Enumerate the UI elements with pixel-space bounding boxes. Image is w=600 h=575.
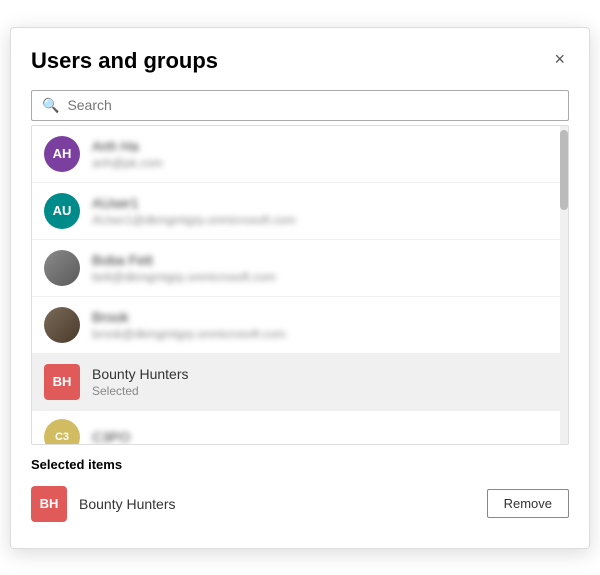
item-name: Boba Fett [92,252,276,268]
user-list: AH Anh Ha anh@pk.com AU AUser1 AUser1@dk… [32,126,568,445]
scrollbar-track [560,126,568,444]
search-icon: 🔍 [42,97,59,114]
dialog-title: Users and groups [31,48,218,74]
item-email: AUser1@dkmgmtgrp.onmicrosoft.com [92,213,296,227]
selected-item-row: BH Bounty Hunters Remove [31,480,569,528]
remove-button[interactable]: Remove [487,489,569,518]
list-item[interactable]: Boba Fett bett@dkmgmtgrp.onmicrosoft.com [32,240,568,297]
item-email: bett@dkmgmtgrp.onmicrosoft.com [92,270,276,284]
search-input[interactable] [67,97,558,113]
item-name: C3PO [92,429,130,445]
list-item[interactable]: Brook brook@dkmgmtgrp.onmicrosoft.com [32,297,568,354]
item-info: C3PO [92,429,130,445]
close-button[interactable]: × [550,48,569,70]
item-selected-label: Selected [92,384,189,398]
selected-section: Selected items BH Bounty Hunters Remove [31,457,569,528]
avatar: AH [44,136,80,172]
avatar: BH [31,486,67,522]
scrollbar-thumb[interactable] [560,130,568,210]
selected-items-label: Selected items [31,457,569,472]
item-info: Bounty Hunters Selected [92,366,189,398]
item-name: Anh Ha [92,138,163,154]
item-name: AUser1 [92,195,296,211]
avatar: AU [44,193,80,229]
item-name: Brook [92,309,286,325]
item-info: Brook brook@dkmgmtgrp.onmicrosoft.com [92,309,286,341]
avatar: BH [44,364,80,400]
avatar [44,307,80,343]
list-item[interactable]: AH Anh Ha anh@pk.com [32,126,568,183]
avatar: C3 [44,419,80,445]
item-email: brook@dkmgmtgrp.onmicrosoft.com [92,327,286,341]
selected-item-name: Bounty Hunters [79,496,176,512]
item-name: Bounty Hunters [92,366,189,382]
avatar [44,250,80,286]
item-info: Boba Fett bett@dkmgmtgrp.onmicrosoft.com [92,252,276,284]
users-and-groups-dialog: Users and groups × 🔍 AH Anh Ha anh@pk.co… [10,27,590,549]
item-info: AUser1 AUser1@dkmgmtgrp.onmicrosoft.com [92,195,296,227]
list-item[interactable]: AU AUser1 AUser1@dkmgmtgrp.onmicrosoft.c… [32,183,568,240]
list-item-bounty-hunters[interactable]: BH Bounty Hunters Selected [32,354,568,411]
list-item[interactable]: C3 C3PO [32,411,568,445]
item-email: anh@pk.com [92,156,163,170]
search-box: 🔍 [31,90,569,121]
item-info: Anh Ha anh@pk.com [92,138,163,170]
user-list-container: AH Anh Ha anh@pk.com AU AUser1 AUser1@dk… [31,125,569,445]
dialog-header: Users and groups × [31,48,569,74]
